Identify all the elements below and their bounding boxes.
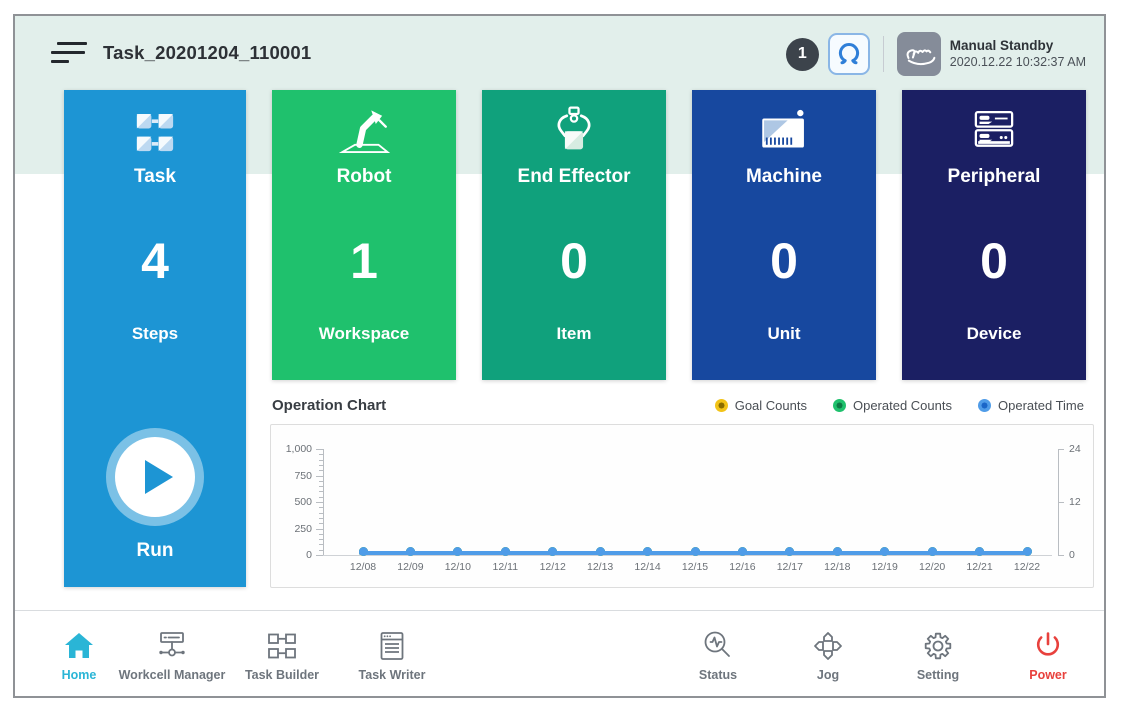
nav-item-power[interactable]: Power: [1002, 629, 1094, 682]
nav-item-workcell-manager[interactable]: Workcell Manager: [117, 629, 227, 682]
card-peripheral[interactable]: Peripheral 0 Device: [902, 90, 1086, 380]
nav-label: Workcell Manager: [119, 668, 226, 682]
card-value: 4: [64, 230, 246, 292]
manual-hand-icon: [902, 37, 936, 71]
top-bar: Task_20201204_110001 1: [15, 16, 1104, 90]
nav-item-status[interactable]: Status: [672, 629, 764, 682]
screen: Task_20201204_110001 1: [0, 0, 1134, 708]
run-button-ring: [106, 428, 204, 526]
page-title: Task_20201204_110001: [103, 42, 311, 64]
nav-right-group: Status Jog: [654, 629, 1094, 682]
nav-label: Setting: [917, 668, 959, 682]
nav-label: Jog: [817, 668, 839, 682]
gripper-rotate-icon: [832, 37, 866, 71]
play-icon: [145, 460, 173, 494]
bottom-nav: Home Workcell Manager: [15, 616, 1104, 694]
card-label: End Effector: [482, 166, 666, 188]
divider: [883, 36, 884, 72]
task-writer-icon: [375, 629, 409, 663]
card-value: 0: [902, 230, 1086, 292]
nav-label: Home: [62, 668, 97, 682]
nav-left-group: Home Workcell Manager: [41, 629, 447, 682]
nav-label: Status: [699, 668, 737, 682]
jog-dpad-icon: [811, 629, 845, 663]
card-label: Task: [64, 166, 246, 188]
nav-label: Task Writer: [359, 668, 426, 682]
nav-item-task-writer[interactable]: Task Writer: [337, 629, 447, 682]
card-end-effector[interactable]: End Effector 0 Item: [482, 90, 666, 380]
robot-arm-icon: [272, 100, 456, 166]
manual-mode-button[interactable]: [897, 32, 941, 76]
peripheral-devices-icon: [902, 100, 1086, 166]
task-builder-icon: [265, 629, 299, 663]
card-unit: Item: [482, 324, 666, 344]
hamburger-icon[interactable]: [51, 40, 91, 70]
machine-icon: [692, 100, 876, 166]
nav-item-home[interactable]: Home: [41, 629, 117, 682]
card-value: 0: [482, 230, 666, 292]
workcell-manager-icon: [155, 629, 189, 663]
nav-item-setting[interactable]: Setting: [892, 629, 984, 682]
task-blocks-icon: [64, 100, 246, 166]
card-unit: Unit: [692, 324, 876, 344]
status-datetime: 2020.12.22 10:32:37 AM: [950, 55, 1086, 71]
notification-badge: 1: [786, 38, 819, 71]
card-value: 1: [272, 230, 456, 292]
robot-status-block: Manual Standby 2020.12.22 10:32:37 AM: [950, 38, 1086, 71]
nav-label: Power: [1029, 668, 1067, 682]
card-unit: Steps: [64, 324, 246, 344]
status-pulse-magnifier-icon: [701, 629, 735, 663]
power-icon: [1031, 629, 1065, 663]
end-effector-gripper-icon: [482, 100, 666, 166]
topbar-right-cluster: 1: [786, 30, 1086, 78]
card-value: 0: [692, 230, 876, 292]
card-label: Machine: [692, 166, 876, 188]
run-label: Run: [137, 540, 174, 562]
app-window: Task_20201204_110001 1: [13, 14, 1106, 698]
card-unit: Workspace: [272, 324, 456, 344]
home-icon: [62, 629, 96, 663]
card-task[interactable]: Task 4 Steps Run: [64, 90, 246, 587]
card-unit: Device: [902, 324, 1086, 344]
gear-icon: [921, 629, 955, 663]
gripper-tool-button[interactable]: [828, 33, 870, 75]
run-button[interactable]: Run: [64, 428, 246, 562]
card-robot[interactable]: Robot 1 Workspace: [272, 90, 456, 380]
summary-cards-row: Task 4 Steps Run Robot 1 Workspa: [64, 90, 1086, 587]
nav-item-jog[interactable]: Jog: [782, 629, 874, 682]
nav-item-task-builder[interactable]: Task Builder: [227, 629, 337, 682]
robot-status: Manual Standby: [950, 38, 1086, 55]
card-label: Robot: [272, 166, 456, 188]
nav-label: Task Builder: [245, 668, 319, 682]
card-machine[interactable]: Machine 0 Unit: [692, 90, 876, 380]
nav-divider: [15, 610, 1104, 611]
card-label: Peripheral: [902, 166, 1086, 188]
